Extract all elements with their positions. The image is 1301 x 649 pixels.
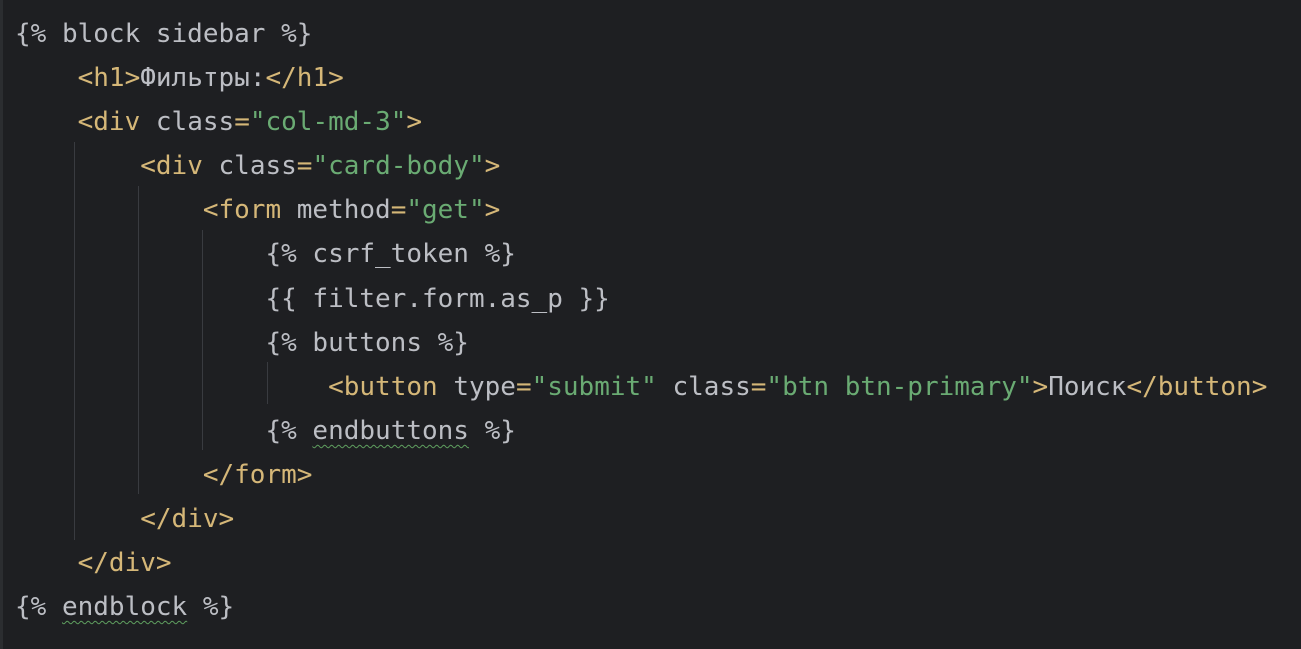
code-token: {{ filter.form.as_p }}: [265, 283, 610, 314]
code-token: endblock: [61, 592, 188, 623]
code-line[interactable]: {% buttons %}: [15, 321, 1267, 365]
code-line[interactable]: </div>: [15, 541, 1267, 585]
code-token: =: [515, 371, 532, 402]
code-token: </button>: [1126, 371, 1268, 402]
code-token: =: [234, 107, 250, 138]
code-token: <div: [77, 107, 156, 138]
code-token: Поиск: [1048, 371, 1127, 402]
code-token: <h1>: [77, 63, 141, 94]
code-token: class: [672, 371, 751, 402]
code-token: endbuttons: [312, 415, 469, 446]
code-token: %}: [187, 592, 235, 623]
code-token: >: [406, 107, 423, 138]
code-line[interactable]: <div class="col-md-3">: [15, 100, 1267, 144]
code-line[interactable]: {% endbuttons %}: [15, 409, 1267, 453]
code-token: {% csrf_token %}: [265, 239, 516, 270]
code-token: =: [750, 371, 767, 402]
code-token: {%: [15, 592, 62, 623]
code-token: Фильтры:: [140, 63, 266, 94]
code-line[interactable]: <h1>Фильтры:</h1>: [15, 56, 1267, 100]
code-token: "get": [406, 195, 485, 226]
code-token: >: [484, 151, 501, 182]
code-token: {% block sidebar %}: [15, 19, 313, 49]
code-token: %}: [468, 415, 516, 446]
code-token: =: [390, 195, 407, 226]
code-token: >: [484, 195, 501, 226]
code-token: </form>: [202, 459, 313, 490]
code-line[interactable]: {{ filter.form.as_p }}: [15, 277, 1267, 321]
code-token: <div: [140, 151, 219, 182]
code-editor[interactable]: {% block sidebar %} <h1>Фильтры:</h1> <d…: [0, 0, 1301, 649]
code-token: type: [453, 371, 516, 402]
code-line[interactable]: <div class="card-body">: [15, 144, 1267, 188]
code-token: {% buttons %}: [265, 327, 469, 358]
code-line[interactable]: {% csrf_token %}: [15, 232, 1267, 276]
code-token: <button: [328, 371, 454, 402]
code-token: {%: [265, 415, 313, 446]
code-line[interactable]: </form>: [15, 453, 1267, 497]
code-line[interactable]: {% block sidebar %}: [15, 12, 1267, 56]
code-token: </h1>: [265, 63, 344, 94]
code-line[interactable]: {% endblock %}: [15, 585, 1267, 629]
code-lines[interactable]: {% block sidebar %} <h1>Фильтры:</h1> <d…: [15, 12, 1267, 629]
code-line[interactable]: </div>: [15, 497, 1267, 541]
code-token: >: [1032, 371, 1049, 402]
code-token: <form: [202, 195, 297, 226]
code-token: </div>: [77, 548, 172, 579]
code-token: "col-md-3": [249, 107, 407, 138]
code-token: "card-body": [312, 151, 485, 182]
code-token: "btn btn-primary": [766, 371, 1033, 402]
code-line[interactable]: <form method="get">: [15, 188, 1267, 232]
code-token: class: [218, 151, 297, 182]
code-token: method: [296, 195, 391, 226]
code-token: "submit": [531, 371, 657, 402]
code-token: =: [296, 151, 313, 182]
editor-gutter-edge: [0, 0, 3, 649]
code-token: </div>: [140, 504, 235, 535]
code-line[interactable]: <button type="submit" class="btn btn-pri…: [15, 365, 1267, 409]
code-token: class: [155, 107, 235, 138]
